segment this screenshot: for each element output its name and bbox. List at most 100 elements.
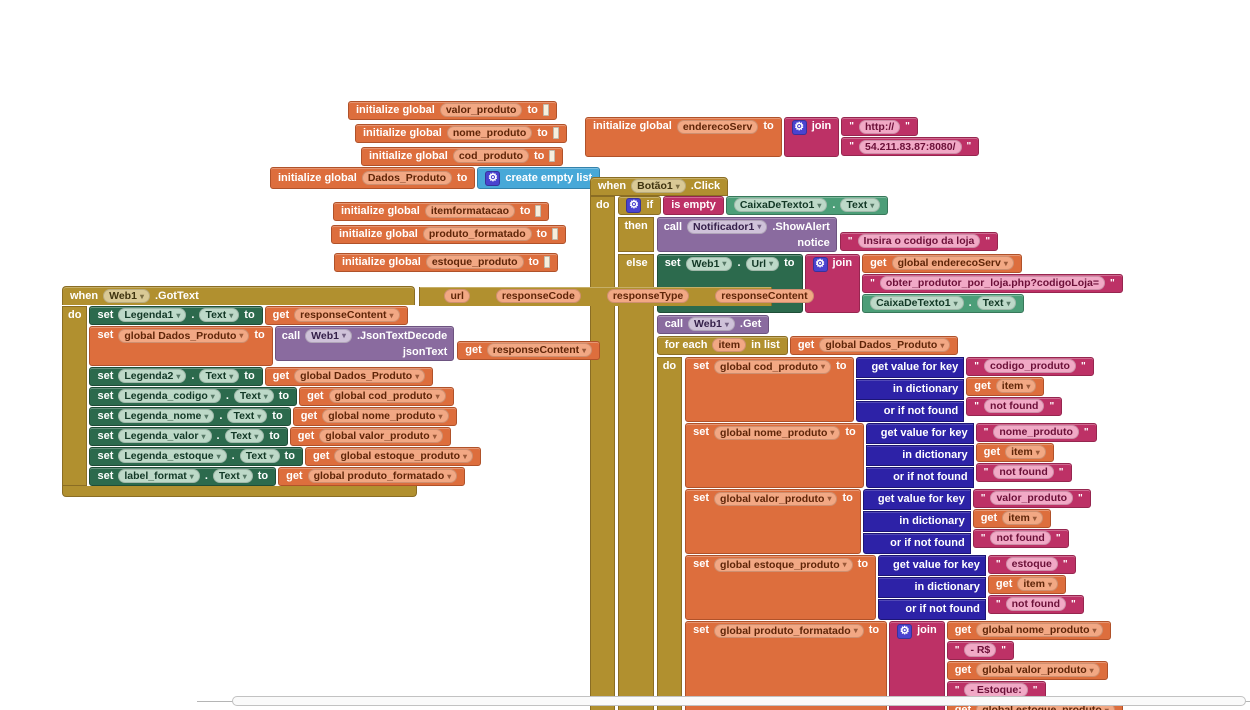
init-global-estoque-produto-block[interactable]: initialize global estoque_produto to [334, 253, 558, 272]
text-string-block[interactable]: codigo_produto [966, 357, 1093, 376]
variable-name-field[interactable]: Dados_Produto [362, 171, 452, 185]
get-value-for-key-block[interactable]: get value for key in dictionary or if no… [863, 489, 971, 554]
component-dropdown[interactable]: Legenda_codigo [118, 389, 220, 403]
get-global-dados-produto-block[interactable]: get global Dados_Produto [790, 336, 959, 355]
get-global-enderecoserv-block[interactable]: get global enderecoServ [862, 254, 1022, 273]
component-dropdown[interactable]: Web1 [686, 257, 733, 271]
component-dropdown[interactable]: Legenda_estoque [118, 449, 226, 463]
text-string-block[interactable]: valor_produto [973, 489, 1091, 508]
text-string-block[interactable]: not found [988, 595, 1084, 614]
component-dropdown[interactable]: Legenda_valor [118, 429, 211, 443]
set-legenda2-text-block[interactable]: set Legenda2 . Text to get global Dados_… [89, 367, 433, 386]
component-dropdown[interactable]: CaixaDeTexto1 [734, 198, 828, 212]
blocks-workspace[interactable]: initialize global valor_produto to initi… [0, 0, 1250, 710]
param-url[interactable]: url [444, 289, 469, 303]
set-legenda-valor-text-block[interactable]: set Legenda_valor . Text to get global v… [89, 427, 450, 446]
variable-dropdown[interactable]: item [1005, 445, 1046, 459]
set-legenda-codigo-text-block[interactable]: set Legenda_codigo . Text to get global … [89, 387, 453, 406]
get-value-for-key-block[interactable]: get value for key in dictionary or if no… [878, 555, 986, 620]
text-string-block[interactable]: - R$ [947, 641, 1014, 660]
get-global-block[interactable]: get global nome_produto [293, 407, 457, 426]
text-string-block[interactable]: nome_produto [976, 423, 1097, 442]
get-global-block[interactable]: get global cod_produto [299, 387, 454, 406]
component-dropdown[interactable]: Notificador1 [687, 220, 767, 234]
variable-dropdown[interactable]: global produto_formatado [308, 469, 458, 483]
property-dropdown[interactable]: Text [227, 409, 267, 423]
variable-dropdown[interactable]: global estoque_produto [714, 558, 853, 572]
variable-name-field[interactable]: cod_produto [453, 149, 529, 163]
component-dropdown[interactable]: Legenda_nome [118, 409, 214, 423]
get-global-block[interactable]: get global estoque_produto [305, 447, 481, 466]
variable-dropdown[interactable]: global produto_formatado [714, 624, 864, 638]
get-item-block[interactable]: get item [973, 509, 1051, 528]
string-value-field[interactable]: obter_produtor_por_loja.php?codigoLoja= [880, 276, 1105, 290]
property-dropdown[interactable]: Text [199, 369, 239, 383]
property-dropdown[interactable]: Text [240, 449, 280, 463]
variable-dropdown[interactable]: item [1017, 577, 1058, 591]
call-notificador-showalert-block[interactable]: call Notificador1 .ShowAlert notice Insi… [657, 217, 1123, 252]
join-block[interactable]: ⚙ join [784, 117, 840, 157]
component-dropdown[interactable]: Web1 [103, 289, 150, 303]
text-string-block[interactable]: not found [973, 529, 1069, 548]
variable-dropdown[interactable]: responseContent [487, 343, 592, 357]
property-dropdown[interactable]: Text [199, 308, 239, 322]
variable-dropdown[interactable]: global Dados_Produto [294, 369, 425, 383]
variable-dropdown[interactable]: global estoque_produto [334, 449, 473, 463]
get-item-block[interactable]: get item [988, 575, 1066, 594]
get-global-nome-produto-block[interactable]: get global nome_produto [947, 621, 1111, 640]
component-dropdown[interactable]: Botão1 [631, 179, 686, 193]
when-web1-gottext-block[interactable]: when Web1 .GotText url responseCode resp… [62, 286, 772, 497]
set-label-format-text-block[interactable]: set label_format . Text to get global pr… [89, 467, 465, 486]
variable-dropdown[interactable]: global cod_produto [329, 389, 446, 403]
event-block-header[interactable]: when Web1 .GotText [62, 286, 415, 305]
string-value-field[interactable]: not found [984, 399, 1044, 413]
component-dropdown[interactable]: CaixaDeTexto1 [870, 296, 964, 310]
component-dropdown[interactable]: label_format [118, 469, 199, 483]
text-string-block[interactable]: estoque [988, 555, 1076, 574]
string-value-field[interactable]: codigo_produto [984, 359, 1076, 373]
get-responsecontent-block[interactable]: get responseContent [457, 341, 600, 360]
variable-dropdown[interactable]: global enderecoServ [892, 256, 1014, 270]
get-global-block[interactable]: get global produto_formatado [278, 467, 465, 486]
text-string-block[interactable]: Insira o codigo da loja [840, 232, 998, 251]
string-value-field[interactable]: Insira o codigo da loja [858, 234, 981, 248]
call-web1-jsontextdecode-block[interactable]: call Web1 .JsonTextDecode jsonText get r… [275, 326, 600, 361]
string-value-field[interactable]: not found [990, 531, 1050, 545]
string-value-field[interactable]: http:// [859, 120, 900, 134]
get-global-block[interactable]: get global valor_produto [290, 427, 451, 446]
set-global-dados-produto-block[interactable]: set global Dados_Produto to call Web1 .J… [89, 326, 600, 366]
variable-dropdown[interactable]: global nome_produto [322, 409, 448, 423]
property-dropdown[interactable]: Text [213, 469, 253, 483]
text-string-block[interactable]: obter_produtor_por_loja.php?codigoLoja= [862, 274, 1123, 293]
string-value-field[interactable]: not found [993, 465, 1053, 479]
horizontal-scrollbar-thumb[interactable] [232, 696, 1246, 706]
string-value-field[interactable]: - R$ [964, 643, 996, 657]
caixadetexto1-text-getter-block[interactable]: CaixaDeTexto1 . Text [862, 294, 1024, 313]
get-value-for-key-block[interactable]: get value for key in dictionary or if no… [856, 357, 964, 422]
is-empty-block[interactable]: is empty [663, 196, 724, 215]
text-string-block[interactable]: http:// [841, 117, 918, 136]
get-item-block[interactable]: get item [966, 377, 1044, 396]
variable-dropdown[interactable]: global Dados_Produto [819, 338, 950, 352]
property-dropdown[interactable]: Text [977, 296, 1017, 310]
init-global-nome-produto-block[interactable]: initialize global nome_produto to [355, 124, 567, 143]
mutator-gear-icon[interactable]: ⚙ [792, 120, 807, 135]
set-legenda-nome-text-block[interactable]: set Legenda_nome . Text to get global no… [89, 407, 456, 426]
if-block-header[interactable]: ⚙ if [618, 196, 661, 215]
init-global-cod-produto-block[interactable]: initialize global cod_produto to [361, 147, 563, 166]
variable-dropdown[interactable]: global nome_produto [976, 623, 1102, 637]
mutator-gear-icon[interactable]: ⚙ [485, 171, 500, 186]
property-dropdown[interactable]: Url [746, 257, 780, 271]
join-block[interactable]: ⚙ join [805, 254, 861, 313]
text-string-block[interactable]: not found [966, 397, 1062, 416]
param-responsetype[interactable]: responseType [607, 289, 689, 303]
get-global-valor-produto-block[interactable]: get global valor_produto [947, 661, 1108, 680]
text-string-block[interactable]: 54.211.83.87:8080/ [841, 137, 979, 156]
param-responsecode[interactable]: responseCode [496, 289, 581, 303]
variable-dropdown[interactable]: item [1002, 511, 1043, 525]
get-value-for-key-block[interactable]: get value for key in dictionary or if no… [866, 423, 974, 488]
init-global-produto-formatado-block[interactable]: initialize global produto_formatado to [331, 225, 566, 244]
mutator-gear-icon[interactable]: ⚙ [626, 198, 641, 213]
init-global-itemformatacao-block[interactable]: initialize global itemformatacao to [333, 202, 549, 221]
variable-name-field[interactable]: valor_produto [440, 103, 523, 117]
